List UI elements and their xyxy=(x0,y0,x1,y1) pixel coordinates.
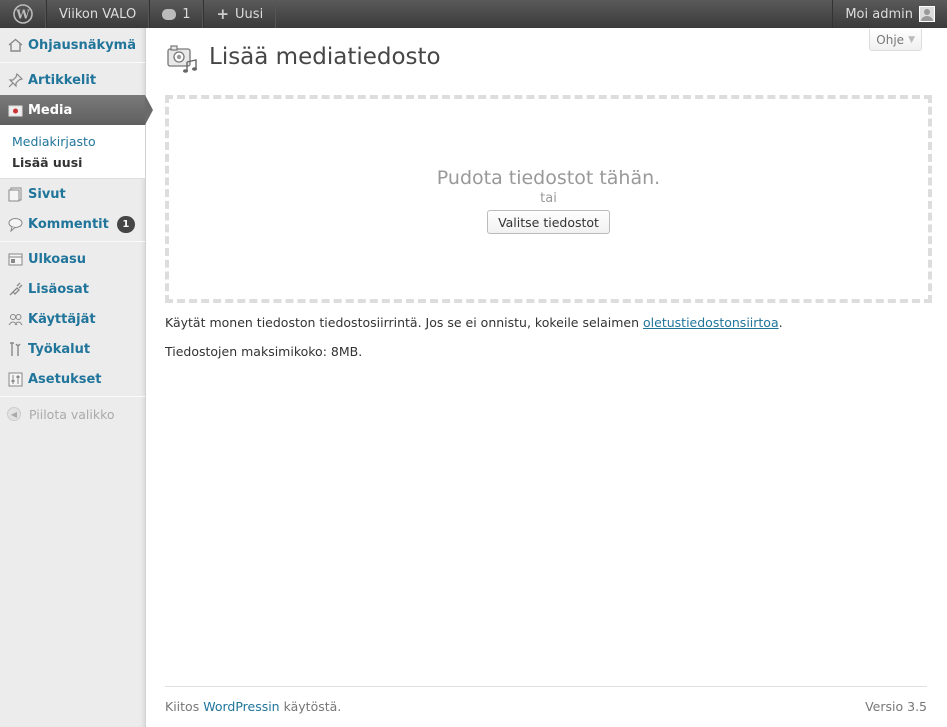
select-files-button[interactable]: Valitse tiedostot xyxy=(487,210,610,234)
plus-icon: + xyxy=(216,5,230,23)
collapse-arrow-icon: ◀ xyxy=(7,407,21,421)
submenu-add-new[interactable]: Lisää uusi xyxy=(0,152,145,173)
uploader-info: Käytät monen tiedoston tiedostosiirrintä… xyxy=(165,315,783,330)
greeting: Moi admin xyxy=(845,6,913,22)
wordpress-link[interactable]: WordPressin xyxy=(203,699,279,714)
browser-uploader-link[interactable]: oletustiedostonsiirtoa xyxy=(643,315,779,330)
menu-posts-label: Artikkelit xyxy=(28,72,97,88)
menu-dashboard[interactable]: Ohjausnäkymä xyxy=(0,30,145,60)
menu-media-label: Media xyxy=(28,102,73,118)
uploader-info-suffix: . xyxy=(778,315,783,330)
pin-icon xyxy=(7,72,23,88)
appearance-icon xyxy=(7,251,23,267)
menu-comments[interactable]: Kommentit 1 xyxy=(0,209,145,239)
menu-plugins[interactable]: Lisäosat xyxy=(0,274,145,304)
footer-divider xyxy=(165,686,927,687)
menu-pages-label: Sivut xyxy=(28,186,66,202)
menu-separator xyxy=(0,241,145,242)
menu-appearance[interactable]: Ulkoasu xyxy=(0,244,145,274)
footer-version: Versio 3.5 xyxy=(865,699,927,714)
page-title: Lisää mediatiedosto xyxy=(209,44,441,70)
settings-icon xyxy=(7,371,23,387)
new-label: Uusi xyxy=(235,6,264,22)
menu-plugins-label: Lisäosat xyxy=(28,281,89,297)
submenu-media-library[interactable]: Mediakirjasto xyxy=(0,131,145,152)
menu-media[interactable]: Media xyxy=(0,95,153,125)
collapse-menu-label: Piilota valikko xyxy=(29,406,115,422)
menu-separator xyxy=(0,62,145,63)
chevron-down-icon: ▼ xyxy=(908,34,915,45)
media-icon xyxy=(7,102,23,118)
menu-users-label: Käyttäjät xyxy=(28,311,96,327)
menu-settings[interactable]: Asetukset xyxy=(0,364,145,394)
svg-text:W: W xyxy=(15,8,30,22)
menu-appearance-label: Ulkoasu xyxy=(28,251,87,267)
media-upload-icon xyxy=(165,40,199,74)
footer-thanks: Kiitos WordPressin käytöstä. xyxy=(165,699,341,714)
menu-settings-label: Asetukset xyxy=(28,371,102,387)
drag-drop-area[interactable]: Pudota tiedostot tähän. tai Valitse tied… xyxy=(165,95,932,303)
pages-icon xyxy=(7,186,23,202)
new-content-link[interactable]: + Uusi xyxy=(203,0,277,28)
help-label: Ohje xyxy=(876,32,905,47)
wordpress-logo-icon[interactable]: W xyxy=(0,0,46,28)
menu-dashboard-label: Ohjausnäkymä xyxy=(28,37,136,53)
menu-comments-label: Kommentit xyxy=(28,216,109,232)
comments-badge: 1 xyxy=(116,215,135,233)
page-header: Lisää mediatiedosto xyxy=(165,40,441,74)
help-tab-button[interactable]: Ohje ▼ xyxy=(869,29,922,51)
users-icon xyxy=(7,311,23,327)
footer-thanks-prefix: Kiitos xyxy=(165,699,204,714)
comments-link[interactable]: 1 xyxy=(149,0,204,28)
menu-tools[interactable]: Työkalut xyxy=(0,334,145,364)
comment-bubble-icon xyxy=(162,8,177,20)
menu-posts[interactable]: Artikkelit xyxy=(0,65,145,95)
uploader-info-text: Käytät monen tiedoston tiedostosiirrintä… xyxy=(165,315,644,330)
media-submenu: Mediakirjasto Lisää uusi xyxy=(0,125,145,179)
site-name-link[interactable]: Viikon VALO xyxy=(46,0,150,28)
max-upload-size: Tiedostojen maksimikoko: 8MB. xyxy=(165,344,363,359)
admin-bar: W Viikon VALO 1 + Uusi Moi admin xyxy=(0,0,947,28)
menu-separator xyxy=(0,396,145,397)
plugins-icon xyxy=(7,281,23,297)
menu-pages[interactable]: Sivut xyxy=(0,179,145,209)
tools-icon xyxy=(7,341,23,357)
menu-tools-label: Työkalut xyxy=(28,341,91,357)
comments-count: 1 xyxy=(182,6,191,22)
footer-thanks-suffix: käytöstä. xyxy=(279,699,342,714)
dashboard-icon xyxy=(7,37,23,53)
admin-menu: Ohjausnäkymä Artikkelit Media Mediakirja… xyxy=(0,28,153,727)
drop-instructions: Pudota tiedostot tähän. xyxy=(436,167,661,189)
collapse-menu-button[interactable]: ◀ Piilota valikko xyxy=(0,399,145,429)
or-separator: tai xyxy=(540,191,557,206)
menu-users[interactable]: Käyttäjät xyxy=(0,304,145,334)
my-account-link[interactable]: Moi admin xyxy=(832,0,947,28)
avatar xyxy=(919,6,935,22)
comments-icon xyxy=(7,216,23,232)
